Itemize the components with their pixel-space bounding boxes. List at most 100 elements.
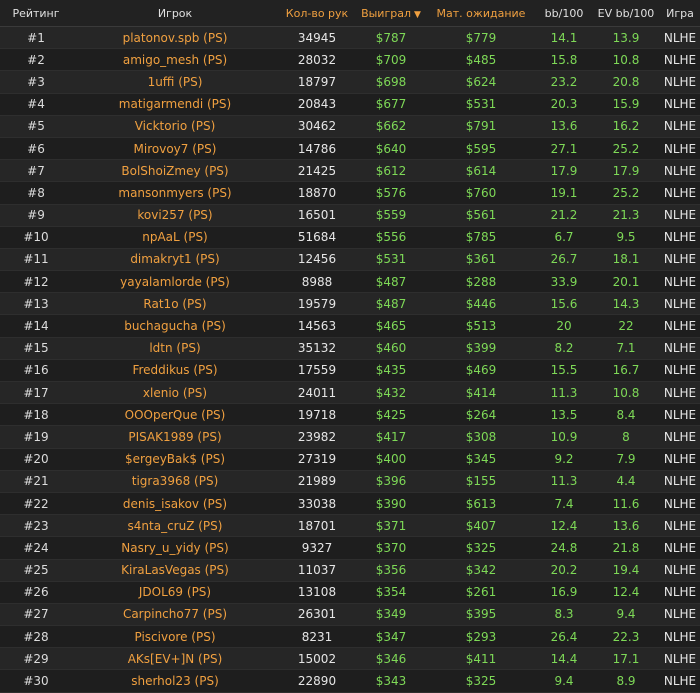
header-ev[interactable]: Мат. ожидание xyxy=(426,0,536,27)
cell-ev: $395 xyxy=(426,603,536,627)
player-link[interactable]: buchagucha (PS) xyxy=(72,314,278,338)
player-link[interactable]: Mirovoy7 (PS) xyxy=(72,137,278,161)
cell-hands: 51684 xyxy=(278,226,356,249)
player-link[interactable]: xlenio (PS) xyxy=(72,381,278,405)
cell-rank: #15 xyxy=(0,337,72,360)
cell-hands: 35132 xyxy=(278,337,356,360)
cell-bb100: 8.3 xyxy=(536,603,592,627)
cell-game: NLHE xyxy=(660,581,700,604)
header-evbb100: EV bb/100 xyxy=(592,0,660,27)
header-won[interactable]: Выиграл ▼ xyxy=(356,0,426,27)
cell-rank: #12 xyxy=(0,270,72,294)
player-link[interactable]: npAaL (PS) xyxy=(72,226,278,249)
player-link[interactable]: dimakryt1 (PS) xyxy=(72,248,278,272)
cell-won: $435 xyxy=(356,359,426,383)
cell-won: $390 xyxy=(356,492,426,516)
cell-bb100: 27.1 xyxy=(536,137,592,161)
cell-won: $709 xyxy=(356,48,426,72)
table-row: #5 Vicktorio (PS) 30462 $662 $791 13.6 16.2 NLH… xyxy=(0,115,700,138)
cell-won: $349 xyxy=(356,603,426,627)
cell-evbb100: 10.8 xyxy=(592,48,660,72)
cell-bb100: 11.3 xyxy=(536,470,592,493)
cell-rank: #4 xyxy=(0,93,72,116)
cell-evbb100: 12.4 xyxy=(592,581,660,604)
table-row: #16 Freddikus (PS) 17559 $435 $469 15.5 16.7 NL… xyxy=(0,359,700,383)
table-row: #28 Piscivore (PS) 8231 $347 $293 26.4 22.3 NLH… xyxy=(0,625,700,649)
cell-game: NLHE xyxy=(660,137,700,161)
player-link[interactable]: ldtn (PS) xyxy=(72,337,278,360)
cell-game: NLHE xyxy=(660,448,700,471)
player-link[interactable]: sherhol23 (PS) xyxy=(72,669,278,693)
player-link[interactable]: denis_isakov (PS) xyxy=(72,492,278,516)
player-link[interactable]: s4nta_cruZ (PS) xyxy=(72,514,278,538)
table-row: #12 yayalamlorde (PS) 8988 $487 $288 33.9 20.1… xyxy=(0,270,700,294)
cell-rank: #9 xyxy=(0,204,72,227)
cell-bb100: 13.6 xyxy=(536,115,592,138)
cell-hands: 28032 xyxy=(278,48,356,72)
player-link[interactable]: Freddikus (PS) xyxy=(72,359,278,383)
cell-rank: #14 xyxy=(0,314,72,338)
cell-evbb100: 22 xyxy=(592,314,660,338)
player-link[interactable]: JDOL69 (PS) xyxy=(72,581,278,604)
player-link[interactable]: Vicktorio (PS) xyxy=(72,115,278,138)
cell-evbb100: 11.6 xyxy=(592,492,660,516)
player-link[interactable]: AKs[EV+]N (PS) xyxy=(72,647,278,671)
player-link[interactable]: PISAK1989 (PS) xyxy=(72,425,278,449)
player-link[interactable]: matigarmendi (PS) xyxy=(72,93,278,116)
player-link[interactable]: $ergeyBak$ (PS) xyxy=(72,448,278,471)
cell-evbb100: 8.9 xyxy=(592,669,660,693)
table-row: #23 s4nta_cruZ (PS) 18701 $371 $407 12.4 13.6 N… xyxy=(0,514,700,538)
cell-ev: $308 xyxy=(426,425,536,449)
cell-rank: #10 xyxy=(0,226,72,249)
player-link[interactable]: kovi257 (PS) xyxy=(72,204,278,227)
cell-game: NLHE xyxy=(660,248,700,272)
cell-bb100: 13.5 xyxy=(536,403,592,427)
cell-hands: 30462 xyxy=(278,115,356,138)
table-body: #1 platonov.spb (PS) 34945 $787 $779 14.1 13.9… xyxy=(0,26,700,693)
cell-game: NLHE xyxy=(660,314,700,338)
player-link[interactable]: yayalamlorde (PS) xyxy=(72,270,278,294)
cell-game: NLHE xyxy=(660,70,700,94)
player-link[interactable]: Nasry_u_yidy (PS) xyxy=(72,536,278,560)
player-link[interactable]: Rat1o (PS) xyxy=(72,292,278,316)
cell-rank: #23 xyxy=(0,514,72,538)
player-link[interactable]: tigra3968 (PS) xyxy=(72,470,278,493)
cell-bb100: 14.4 xyxy=(536,647,592,671)
player-link[interactable]: Piscivore (PS) xyxy=(72,625,278,649)
table-row: #27 Carpincho77 (PS) 26301 $349 $395 8.3 9.4 NL… xyxy=(0,603,700,627)
player-link[interactable]: amigo_mesh (PS) xyxy=(72,48,278,72)
cell-game: NLHE xyxy=(660,669,700,693)
cell-bb100: 16.9 xyxy=(536,581,592,604)
player-link[interactable]: platonov.spb (PS) xyxy=(72,26,278,50)
cell-hands: 21989 xyxy=(278,470,356,493)
player-link[interactable]: KiraLasVegas (PS) xyxy=(72,559,278,582)
cell-ev: $293 xyxy=(426,625,536,649)
cell-bb100: 6.7 xyxy=(536,226,592,249)
cell-bb100: 20.2 xyxy=(536,559,592,582)
cell-hands: 22890 xyxy=(278,669,356,693)
cell-won: $347 xyxy=(356,625,426,649)
cell-game: NLHE xyxy=(660,647,700,671)
header-hands[interactable]: Кол-во рук xyxy=(278,0,356,27)
cell-bb100: 20.3 xyxy=(536,93,592,116)
cell-game: NLHE xyxy=(660,603,700,627)
cell-evbb100: 9.5 xyxy=(592,226,660,249)
table-row: #29 AKs[EV+]N (PS) 15002 $346 $411 14.4 17.1 NL… xyxy=(0,647,700,671)
cell-game: NLHE xyxy=(660,181,700,205)
player-link[interactable]: BolShoiZmey (PS) xyxy=(72,159,278,183)
cell-game: NLHE xyxy=(660,559,700,582)
cell-ev: $342 xyxy=(426,559,536,582)
cell-bb100: 9.2 xyxy=(536,448,592,471)
player-link[interactable]: 1uffi (PS) xyxy=(72,70,278,94)
cell-ev: $469 xyxy=(426,359,536,383)
cell-ev: $791 xyxy=(426,115,536,138)
cell-game: NLHE xyxy=(660,492,700,516)
player-link[interactable]: Carpincho77 (PS) xyxy=(72,603,278,627)
cell-game: NLHE xyxy=(660,292,700,316)
table-header: Рейтинг Игрок Кол-во рук Выиграл ▼ Мат. о… xyxy=(0,0,700,27)
cell-game: NLHE xyxy=(660,93,700,116)
cell-bb100: 7.4 xyxy=(536,492,592,516)
cell-ev: $785 xyxy=(426,226,536,249)
player-link[interactable]: mansonmyers (PS) xyxy=(72,181,278,205)
player-link[interactable]: OOOperQue (PS) xyxy=(72,403,278,427)
